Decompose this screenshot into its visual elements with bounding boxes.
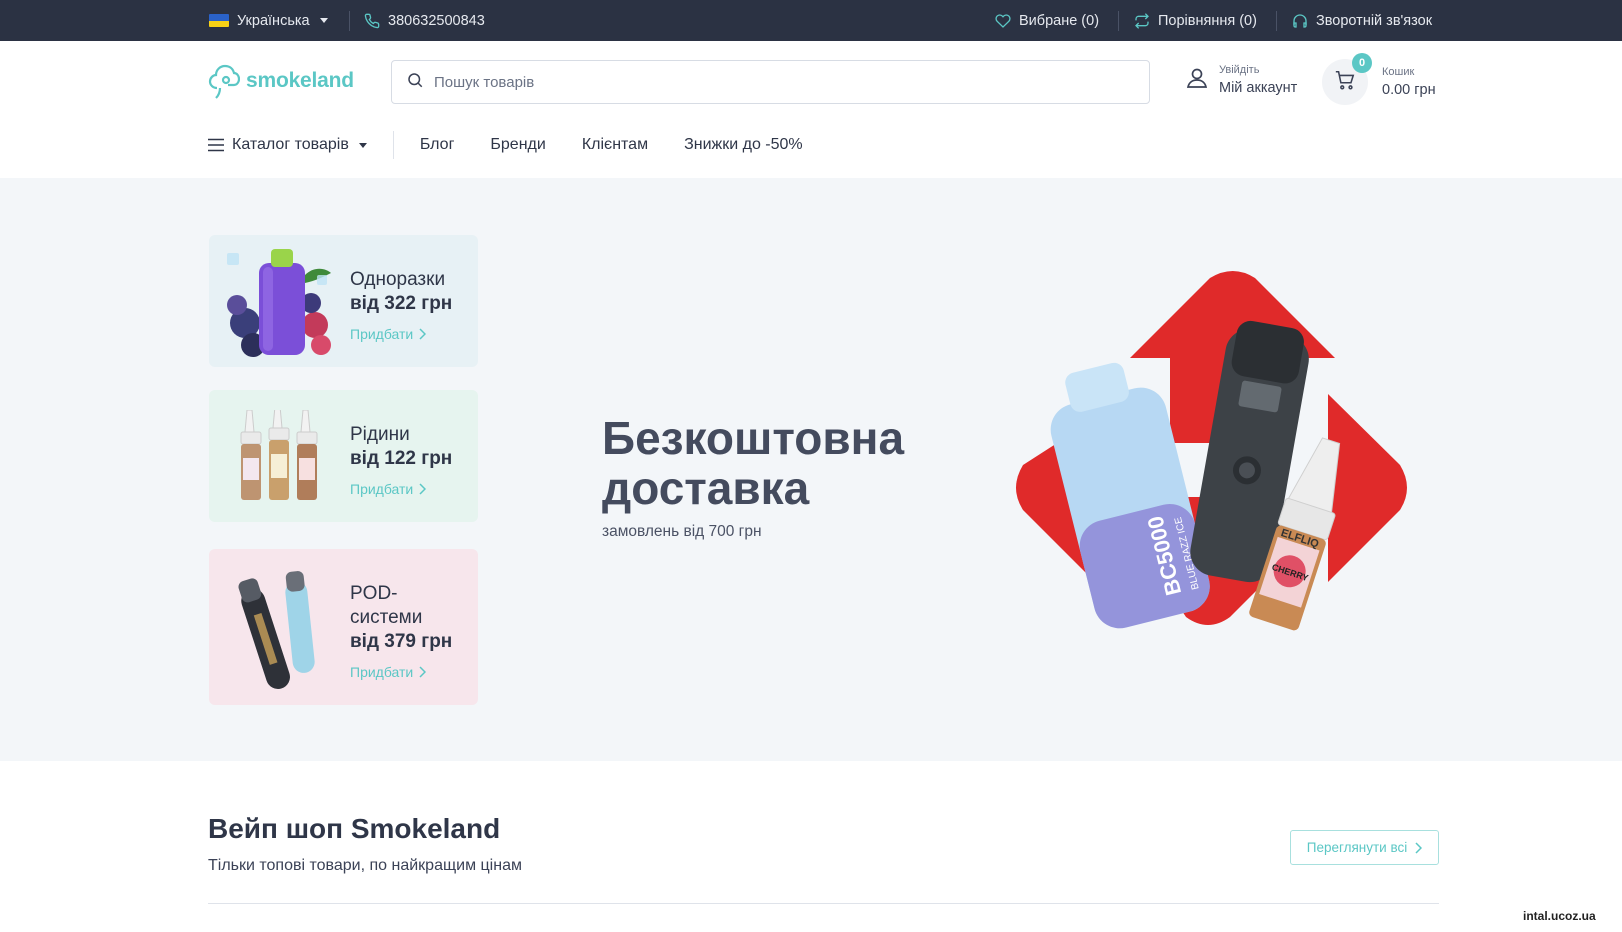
section-title: Вейп шоп Smokeland (208, 813, 501, 844)
chevron-right-icon (419, 328, 427, 340)
category-card-pod-systems[interactable]: POD- системи від 379 грн Придбати (209, 549, 478, 705)
chevron-down-icon (358, 142, 367, 148)
delivery-illustration: BC5000 BLUE RAZZ ICE ELFLIQ CHERRY (1016, 271, 1407, 631)
ukraine-flag-icon (209, 14, 229, 27)
divider (1276, 11, 1277, 31)
card-price: від 122 грн (350, 448, 453, 469)
catalog-menu[interactable]: Каталог товарів (208, 136, 367, 154)
cart-link[interactable]: 0 Кошик 0.00 грн (1322, 53, 1436, 105)
main-nav: Каталог товарів Блог Бренди Клієнтам Зни… (208, 130, 839, 160)
compare-link[interactable]: Порівняння (0) (1134, 0, 1257, 41)
nav-link-blog[interactable]: Блог (420, 136, 455, 154)
top-bar: Українська 380632500843 Вибране (0) Порі… (0, 0, 1622, 41)
favorites-link[interactable]: Вибране (0) (995, 0, 1099, 41)
buy-label: Придбати (350, 481, 414, 497)
divider (349, 11, 350, 31)
user-icon (1185, 66, 1209, 95)
category-card-liquids[interactable]: Рідини від 122 грн Придбати (209, 390, 478, 522)
compare-icon (1134, 12, 1150, 29)
divider (208, 903, 1439, 904)
favorites-label: Вибране (0) (1019, 12, 1100, 29)
cart-button[interactable]: 0 (1322, 53, 1372, 105)
headset-icon (1292, 13, 1308, 29)
language-selector[interactable]: Українська (209, 0, 328, 41)
hero-title-line2: доставка (602, 462, 810, 514)
phone-icon (364, 13, 380, 29)
nav-link-discounts[interactable]: Знижки до -50% (684, 136, 803, 154)
section-subtitle: Тільки топові товари, по найкращим цінам (208, 857, 522, 874)
hero-subtitle: замовлень від 700 грн (602, 523, 762, 540)
language-label: Українська (237, 12, 310, 29)
card-name-line2: системи (350, 607, 423, 628)
nav-link-brands[interactable]: Бренди (490, 136, 545, 154)
buy-link[interactable]: Придбати (350, 481, 452, 497)
heart-icon (995, 13, 1011, 29)
divider (1118, 11, 1119, 31)
liquid-bottles-image (240, 410, 318, 500)
watermark: intal.ucoz.ua (1521, 909, 1598, 923)
buy-link[interactable]: Придбати (350, 326, 452, 342)
login-hint: Увійдіть (1219, 64, 1260, 76)
divider (392, 131, 394, 159)
phone-number: 380632500843 (388, 12, 485, 29)
card-price: від 379 грн (350, 631, 453, 652)
hero-banner: Одноразки від 322 грн Придбати Рідини ві… (0, 178, 1622, 761)
card-price: від 322 грн (350, 293, 453, 314)
feedback-label: Зворотній зв'язок (1316, 12, 1433, 29)
logo-text: smokeland (246, 69, 354, 92)
cart-icon (1334, 69, 1356, 96)
chevron-right-icon (419, 666, 427, 678)
feedback-link[interactable]: Зворотній зв'язок (1292, 0, 1432, 41)
cart-count-badge: 0 (1352, 53, 1372, 73)
phone-link[interactable]: 380632500843 (364, 0, 485, 41)
view-all-label: Переглянути всі (1306, 840, 1408, 855)
compare-label: Порівняння (0) (1158, 12, 1257, 29)
pod-system-image (238, 571, 315, 689)
search-input[interactable] (434, 73, 1114, 91)
logo[interactable]: smokeland (208, 62, 354, 100)
chevron-right-icon (419, 483, 427, 495)
category-card-disposables[interactable]: Одноразки від 322 грн Придбати (209, 235, 478, 367)
chevron-down-icon (319, 18, 328, 23)
cloud-logo-icon (208, 64, 240, 99)
chevron-right-icon (1415, 841, 1423, 854)
buy-label: Придбати (350, 326, 414, 342)
cart-total: 0.00 грн (1382, 82, 1436, 98)
disposable-vape-image (227, 249, 331, 357)
search-icon (406, 71, 424, 94)
hero-title-line1: Безкоштовна (602, 412, 905, 464)
catalog-label: Каталог товарів (232, 136, 349, 153)
card-name: POD- (350, 583, 398, 604)
menu-icon (208, 138, 224, 152)
view-all-button[interactable]: Переглянути всі (1290, 830, 1439, 865)
buy-link[interactable]: Придбати (350, 664, 452, 680)
search-bar[interactable] (391, 60, 1150, 104)
account-link[interactable]: Увійдіть Мій аккаунт (1185, 64, 1297, 96)
card-name: Одноразки (350, 269, 446, 290)
account-label: Мій аккаунт (1219, 80, 1298, 96)
hero-title: Безкоштовна доставка (602, 413, 904, 513)
card-name: Рідини (350, 424, 410, 445)
cart-label: Кошик (1382, 66, 1415, 78)
buy-label: Придбати (350, 664, 414, 680)
nav-link-clients[interactable]: Клієнтам (582, 136, 648, 154)
